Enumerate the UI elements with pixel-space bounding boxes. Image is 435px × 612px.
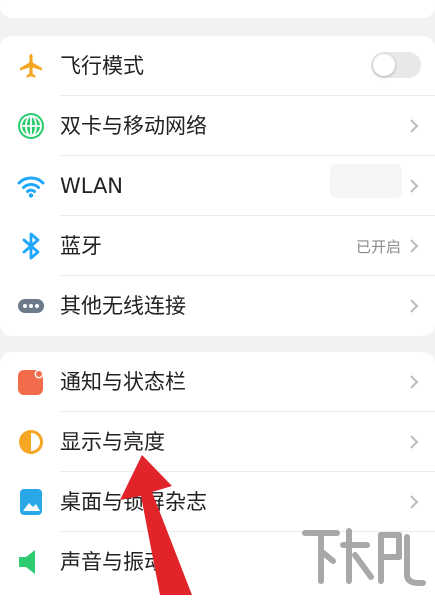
brightness-icon: [19, 430, 43, 454]
chevron-right-icon: [410, 119, 419, 133]
other-wireless-row[interactable]: 其他无线连接: [0, 276, 435, 336]
airplane-mode-label: 飞行模式: [60, 54, 144, 78]
bluetooth-icon: [22, 232, 40, 260]
top-card-edge: [0, 0, 435, 18]
chevron-right-icon: [410, 435, 419, 449]
connectivity-group: 飞行模式 双卡与移动网络 WLAN 蓝牙 已开启 其他无线连接: [0, 36, 435, 336]
wlan-row[interactable]: WLAN: [0, 156, 435, 216]
airplane-mode-row[interactable]: 飞行模式: [0, 36, 435, 96]
display-brightness-row[interactable]: 显示与亮度: [0, 412, 435, 472]
notification-icon: [18, 369, 44, 395]
wlan-label: WLAN: [60, 174, 124, 198]
bluetooth-status: 已开启: [355, 238, 401, 256]
more-connections-icon: [18, 299, 44, 313]
wifi-icon: [17, 176, 45, 198]
chevron-right-icon: [410, 239, 419, 253]
wallpaper-icon: [20, 489, 42, 515]
other-wireless-label: 其他无线连接: [60, 294, 186, 318]
chevron-right-icon: [410, 299, 419, 313]
dual-sim-label: 双卡与移动网络: [60, 114, 207, 138]
sound-vibration-label: 声音与振动: [60, 550, 165, 574]
notification-label: 通知与状态栏: [60, 370, 186, 394]
network-name-redacted: [330, 164, 402, 198]
airplane-mode-toggle[interactable]: [371, 52, 421, 78]
globe-icon: [18, 113, 44, 139]
chevron-right-icon: [410, 179, 419, 193]
bluetooth-row[interactable]: 蓝牙 已开启: [0, 216, 435, 276]
airplane-icon: [20, 54, 42, 78]
toggle-knob: [373, 54, 395, 76]
notification-row[interactable]: 通知与状态栏: [0, 352, 435, 412]
dual-sim-row[interactable]: 双卡与移动网络: [0, 96, 435, 156]
bluetooth-label: 蓝牙: [60, 234, 102, 258]
watermark-logo: [302, 528, 426, 586]
sound-icon: [19, 550, 35, 574]
desktop-lockscreen-label: 桌面与锁屏杂志: [60, 490, 207, 514]
display-brightness-label: 显示与亮度: [60, 430, 165, 454]
chevron-right-icon: [410, 495, 419, 509]
chevron-right-icon: [410, 375, 419, 389]
